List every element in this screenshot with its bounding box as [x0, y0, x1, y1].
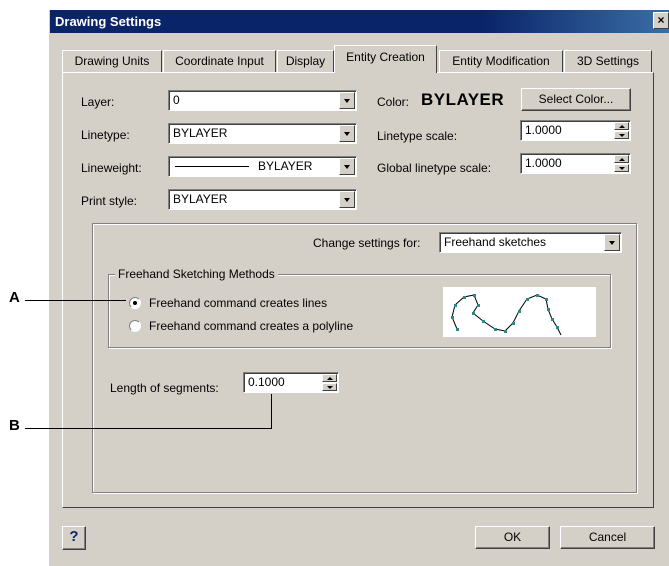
segments-value: 0.1000: [248, 375, 285, 389]
freehand-methods-title: Freehand Sketching Methods: [115, 267, 278, 281]
print-style-label: Print style:: [81, 194, 138, 208]
lineweight-line-icon: [175, 166, 249, 167]
global-linetype-scale-spinner[interactable]: [614, 155, 629, 172]
segments-input[interactable]: 0.1000: [243, 372, 339, 393]
tab-display[interactable]: Display: [277, 50, 334, 72]
chevron-down-icon[interactable]: [339, 191, 355, 208]
linetype-scale-spinner[interactable]: [614, 122, 629, 139]
ok-button[interactable]: OK: [475, 526, 550, 549]
linetype-scale-label: Linetype scale:: [377, 129, 458, 143]
sketch-preview: [443, 287, 596, 337]
tab-3d-settings[interactable]: 3D Settings: [564, 50, 652, 72]
tab-coordinate-input[interactable]: Coordinate Input: [163, 50, 276, 72]
segments-label: Length of segments:: [110, 381, 219, 395]
chevron-down-icon[interactable]: [339, 125, 355, 142]
help-button[interactable]: ?: [62, 526, 86, 550]
linetype-value: BYLAYER: [173, 126, 228, 140]
change-settings-select[interactable]: Freehand sketches: [439, 232, 622, 253]
global-linetype-scale-label: Global linetype scale:: [377, 161, 492, 175]
change-settings-value: Freehand sketches: [444, 235, 547, 249]
layer-select[interactable]: 0: [168, 90, 357, 111]
global-linetype-scale-value: 1.0000: [525, 156, 562, 170]
window-title: Drawing Settings: [55, 14, 162, 29]
change-settings-label: Change settings for:: [313, 236, 421, 250]
print-style-select[interactable]: BYLAYER: [168, 189, 357, 210]
cancel-button[interactable]: Cancel: [560, 526, 655, 549]
lineweight-select[interactable]: BYLAYER: [168, 156, 357, 177]
radio-freehand-polyline[interactable]: [129, 320, 141, 332]
callout-a-line: [25, 300, 126, 301]
linetype-scale-input[interactable]: 1.0000: [520, 120, 631, 141]
radio-freehand-lines[interactable]: [129, 297, 141, 309]
linetype-label: Linetype:: [81, 128, 130, 142]
close-button[interactable]: ×: [653, 12, 669, 29]
layer-label: Layer:: [81, 95, 115, 109]
callout-b: B: [9, 417, 20, 434]
segments-spinner[interactable]: [322, 374, 337, 391]
title-bar[interactable]: Drawing Settings ×: [50, 10, 669, 33]
radio-freehand-polyline-label[interactable]: Freehand command creates a polyline: [149, 319, 353, 333]
select-color-button[interactable]: Select Color...: [521, 88, 631, 111]
callout-a: A: [9, 289, 20, 306]
lineweight-label: Lineweight:: [81, 161, 142, 175]
color-value: BYLAYER: [421, 90, 505, 109]
callout-b-line: [25, 428, 272, 429]
chevron-down-icon[interactable]: [339, 158, 355, 175]
radio-freehand-lines-label[interactable]: Freehand command creates lines: [149, 296, 327, 310]
tab-entity-modification[interactable]: Entity Modification: [439, 50, 563, 72]
chevron-down-icon[interactable]: [339, 92, 355, 109]
tab-entity-creation[interactable]: Entity Creation: [334, 45, 437, 73]
callout-b-riser: [271, 394, 272, 429]
linetype-scale-value: 1.0000: [525, 123, 562, 137]
lineweight-value: BYLAYER: [258, 159, 313, 173]
settings-panel: [92, 223, 637, 493]
color-label: Color:: [377, 95, 410, 109]
print-style-value: BYLAYER: [173, 192, 228, 206]
layer-value: 0: [173, 93, 180, 107]
chevron-down-icon[interactable]: [604, 234, 620, 251]
tab-drawing-units[interactable]: Drawing Units: [62, 50, 162, 72]
global-linetype-scale-input[interactable]: 1.0000: [520, 153, 631, 174]
freehand-sketch-preview-icon: [451, 294, 562, 336]
linetype-select[interactable]: BYLAYER: [168, 123, 357, 144]
